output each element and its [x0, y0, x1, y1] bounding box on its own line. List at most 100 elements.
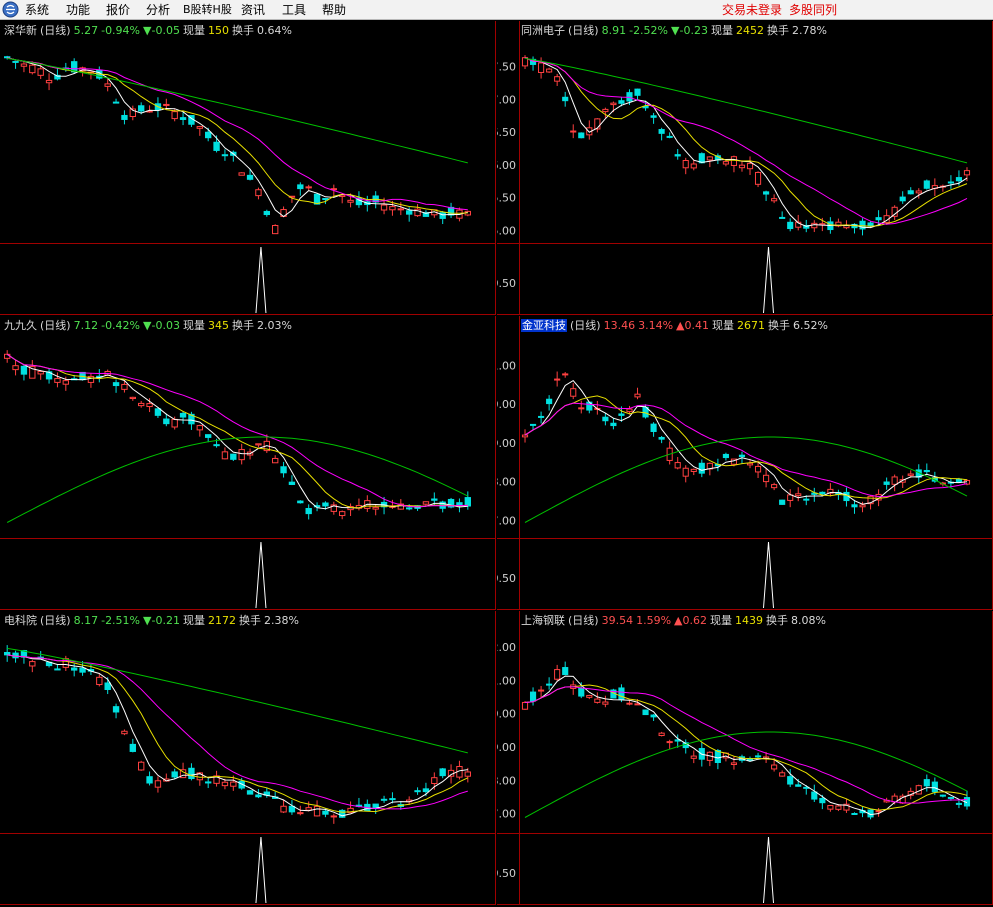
candlestick	[255, 443, 262, 448]
menu-function[interactable]: 功能	[66, 2, 90, 18]
candlestick	[754, 752, 762, 759]
change-percent: -0.94%	[101, 24, 141, 37]
menu-quote[interactable]: 报价	[106, 2, 130, 18]
stock-panel-2[interactable]: 7.50 7.00 6.50 6.00 5.50 5.00 0.50 同洲电子(日线)8.91…	[497, 21, 993, 315]
candlestick	[658, 731, 665, 737]
change-arrow-icon: ▲	[676, 319, 685, 332]
menu-help[interactable]: 帮助	[322, 2, 346, 18]
candlestick	[763, 468, 770, 488]
stock-name[interactable]: 电科院	[4, 614, 37, 627]
last-price: 8.17	[73, 614, 99, 627]
stock-name[interactable]: 深华新	[4, 24, 37, 37]
candlestick	[62, 655, 69, 671]
ma20-line	[524, 686, 968, 804]
stock-name[interactable]: 九九久	[4, 319, 37, 332]
ma10-line	[524, 684, 968, 811]
candlestick	[570, 124, 577, 139]
candlestick	[305, 504, 312, 520]
app-logo-icon[interactable]	[2, 1, 19, 18]
panel-header: 上海钢联 (日线) 39.54 1.59% ▲0.62 现量 1439 换手 8.08%	[521, 614, 829, 627]
candlestick	[538, 411, 545, 424]
kline-chart	[0, 21, 496, 315]
candlestick	[883, 477, 890, 490]
candlestick	[891, 474, 898, 492]
turnover-label: 换手	[768, 319, 791, 332]
price-tick-label: 11.00	[497, 359, 516, 372]
stock-panel-5[interactable]: 电科院 (日线) 8.17 -2.51% ▼-0.21 现量 2172 换手 2.38%	[0, 611, 496, 905]
ma5-line	[6, 353, 468, 510]
price-tick-label: 7.50	[497, 61, 516, 74]
candlestick	[899, 191, 906, 204]
menu-tools[interactable]: 工具	[282, 2, 306, 18]
price-tick-label: 9.00	[497, 437, 516, 450]
kline-chart: 11.00 10.00 9.00 8.00 7.00 0.50	[497, 316, 993, 610]
panel-header: 同洲电子 (日线) 8.91 -2.52% ▼-0.23 现量 2452 换手 2.78%	[521, 24, 830, 37]
candlestick	[578, 132, 585, 139]
stock-panel-4[interactable]: 11.00 10.00 9.00 8.00 7.00 0.50 金亚科技(日线)13.463…	[497, 316, 993, 610]
candlestick	[546, 677, 553, 690]
price-tick-label: 11.00	[497, 674, 516, 687]
candlestick	[690, 160, 697, 171]
candlestick	[146, 105, 153, 113]
change-percent: -2.51%	[101, 614, 141, 627]
kline-chart: 7.50 7.00 6.50 6.00 5.50 5.00 0.50	[497, 21, 993, 315]
turnover-value: 8.08%	[791, 614, 826, 627]
trade-login-link[interactable]: 交易未登录	[722, 2, 782, 18]
candlestick	[642, 709, 649, 716]
candlestick	[188, 763, 195, 781]
candlestick	[602, 413, 609, 426]
volume-label: 现量	[710, 24, 733, 37]
change-value: -0.03	[151, 319, 180, 332]
price-tick-label: 10.00	[497, 708, 516, 721]
ma5-line	[524, 379, 968, 505]
menu-news[interactable]: 资讯	[241, 2, 265, 18]
panel-header: 九九久 (日线) 7.12 -0.42% ▼-0.03 现量 345 换手 2.03%	[4, 319, 295, 332]
candlestick	[129, 738, 136, 753]
stock-panel-1[interactable]: 深华新 (日线) 5.27 -0.94% ▼-0.05 现量 150 换手 0.64%	[0, 21, 496, 315]
stock-name[interactable]: 上海钢联	[521, 614, 565, 627]
candlestick	[414, 787, 421, 795]
turnover-label: 换手	[238, 614, 261, 627]
candlestick	[112, 703, 120, 719]
menu-analysis[interactable]: 分析	[146, 2, 170, 18]
volume-tick-label: 0.50	[497, 277, 516, 290]
candlestick	[658, 435, 665, 444]
candlestick	[795, 778, 802, 787]
candlestick	[4, 350, 11, 363]
stock-name[interactable]: 同洲电子	[521, 24, 565, 37]
candlestick	[347, 503, 354, 517]
candlestick	[570, 680, 577, 695]
candlestick	[779, 499, 786, 505]
candlestick	[787, 218, 794, 232]
volume-value: 345	[207, 319, 229, 332]
multi-stock-link[interactable]: 多股同列	[789, 2, 837, 18]
candlestick	[578, 400, 585, 414]
candlestick	[112, 379, 120, 393]
candlestick	[355, 498, 363, 511]
candlestick	[915, 464, 922, 485]
period-label: (日线)	[568, 614, 599, 627]
candlestick	[196, 424, 203, 437]
candlestick	[634, 88, 641, 100]
stock-panel-6[interactable]: 12.00 11.00 10.00 9.00 8.00 7.00 0.50 上海钢联(日线)3…	[497, 611, 993, 905]
candlestick	[546, 395, 553, 411]
candlestick	[682, 465, 689, 483]
candlestick	[851, 812, 858, 815]
candlestick	[138, 760, 145, 771]
candlestick	[439, 210, 446, 225]
candlestick	[121, 110, 128, 125]
stock-panel-3[interactable]: 九九久 (日线) 7.12 -0.42% ▼-0.03 现量 345 换手 2.03%	[0, 316, 496, 610]
change-arrow-icon: ▲	[674, 614, 683, 627]
turnover-label: 换手	[766, 614, 789, 627]
menu-system[interactable]: 系统	[25, 2, 49, 18]
volume-value: 150	[207, 24, 229, 37]
stock-name[interactable]: 金亚科技	[521, 319, 567, 332]
change-value: -0.21	[151, 614, 180, 627]
candlestick	[330, 501, 337, 515]
volume-label: 现量	[182, 24, 205, 37]
ma60-line	[6, 436, 469, 523]
candlestick	[666, 132, 673, 139]
menu-b-to-h[interactable]: B股转H股	[183, 2, 232, 18]
panel-header: 金亚科技 (日线) 13.46 3.14% ▲0.41 现量 2671 换手 6.52%	[521, 319, 831, 332]
turnover-value: 6.52%	[793, 319, 828, 332]
